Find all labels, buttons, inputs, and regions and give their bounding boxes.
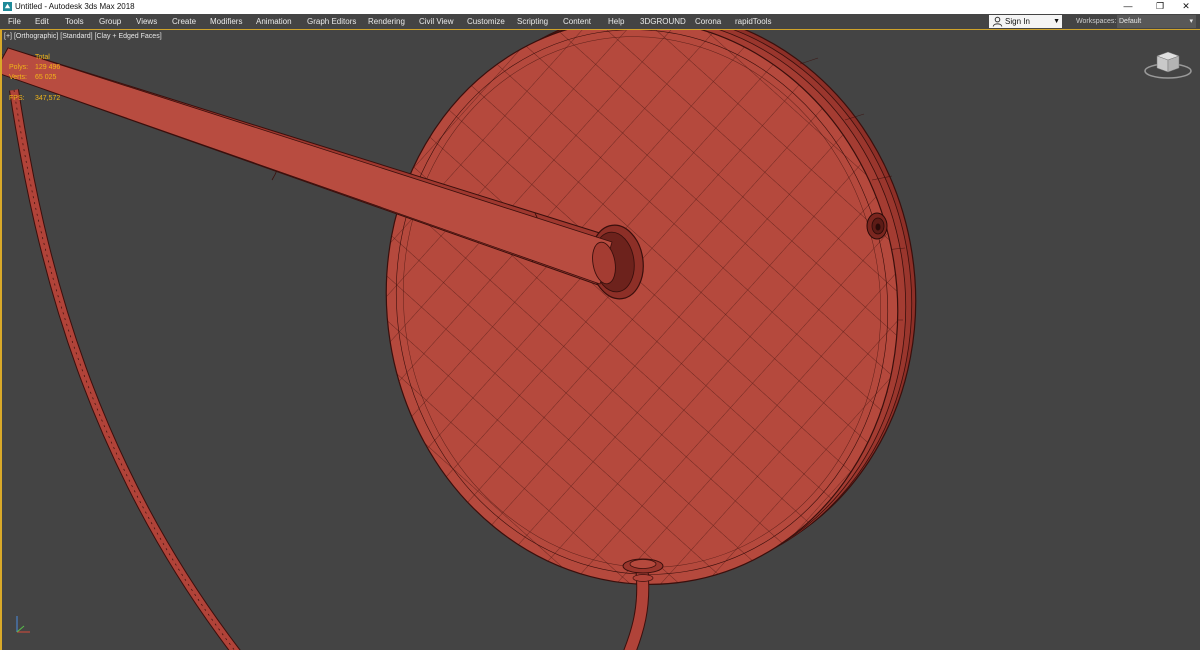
menu-content[interactable]: Content: [563, 14, 591, 29]
sign-in-dropdown[interactable]: Sign In ▼: [989, 15, 1062, 28]
close-button[interactable]: ✕: [1170, 0, 1200, 14]
menu-help[interactable]: Help: [608, 14, 624, 29]
stats-polys-label: Polys:: [9, 64, 29, 71]
3dsmax-app-icon: [3, 2, 12, 11]
user-icon: [992, 16, 1003, 27]
workspaces-select[interactable]: Default ▾: [1117, 15, 1196, 28]
stats-polys-value: 129 496: [35, 64, 61, 71]
sign-in-label: Sign In: [1005, 17, 1030, 26]
chevron-down-icon: ▾: [1189, 18, 1193, 25]
menu-scripting[interactable]: Scripting: [517, 14, 548, 29]
menu-animation[interactable]: Animation: [256, 14, 292, 29]
stats-fps-value: 347,572: [35, 95, 61, 102]
menu-tools[interactable]: Tools: [65, 14, 84, 29]
menu-customize[interactable]: Customize: [467, 14, 505, 29]
viewport-point-of-view[interactable]: [Orthographic]: [14, 33, 58, 40]
menu-file[interactable]: File: [8, 14, 21, 29]
disc-body: [380, 30, 917, 610]
menu-edit[interactable]: Edit: [35, 14, 49, 29]
menu-rendering[interactable]: Rendering: [368, 14, 405, 29]
screw: [866, 212, 888, 240]
stats-fps-label: FPS:: [9, 95, 25, 102]
viewcube-icon[interactable]: [1143, 50, 1193, 80]
menu-bar: File Edit Tools Group Views Create Modif…: [0, 14, 1200, 30]
perspective-viewport[interactable]: [+] [Orthographic] [Standard] [Clay + Ed…: [0, 30, 1200, 650]
menu-create[interactable]: Create: [172, 14, 196, 29]
menu-modifiers[interactable]: Modifiers: [210, 14, 242, 29]
viewport-shading-mode[interactable]: [Clay + Edged Faces]: [95, 33, 162, 40]
cable-left: [9, 89, 241, 650]
stats-verts-label: Verts:: [9, 74, 27, 81]
menu-graph-editors[interactable]: Graph Editors: [307, 14, 356, 29]
viewport-shading-style[interactable]: [Standard]: [60, 33, 92, 40]
menu-rapidtools[interactable]: rapidTools: [735, 14, 771, 29]
viewport-scene: [0, 30, 917, 650]
viewport-menu-plus[interactable]: [+]: [4, 33, 12, 40]
menu-views[interactable]: Views: [136, 14, 157, 29]
axis-tripod-icon: [16, 616, 30, 633]
menu-3dground[interactable]: 3DGROUND: [640, 14, 686, 29]
workspaces-value: Default: [1119, 18, 1142, 25]
menu-group[interactable]: Group: [99, 14, 121, 29]
stats-verts-value: 65 025: [35, 74, 57, 81]
window-title: Untitled - Autodesk 3ds Max 2018: [15, 2, 135, 11]
stats-total-label: Total: [35, 54, 50, 61]
active-viewport-border: [0, 30, 2, 650]
menu-civil-view[interactable]: Civil View: [419, 14, 454, 29]
workspaces-label: Workspaces:: [1076, 18, 1117, 25]
chevron-down-icon: ▼: [1053, 18, 1060, 25]
menu-corona[interactable]: Corona: [695, 14, 721, 29]
title-bar: Untitled - Autodesk 3ds Max 2018 — ❐ ✕: [0, 0, 1200, 14]
minimize-button[interactable]: —: [1112, 0, 1144, 14]
viewport-label: [+] [Orthographic] [Standard] [Clay + Ed…: [4, 33, 162, 40]
